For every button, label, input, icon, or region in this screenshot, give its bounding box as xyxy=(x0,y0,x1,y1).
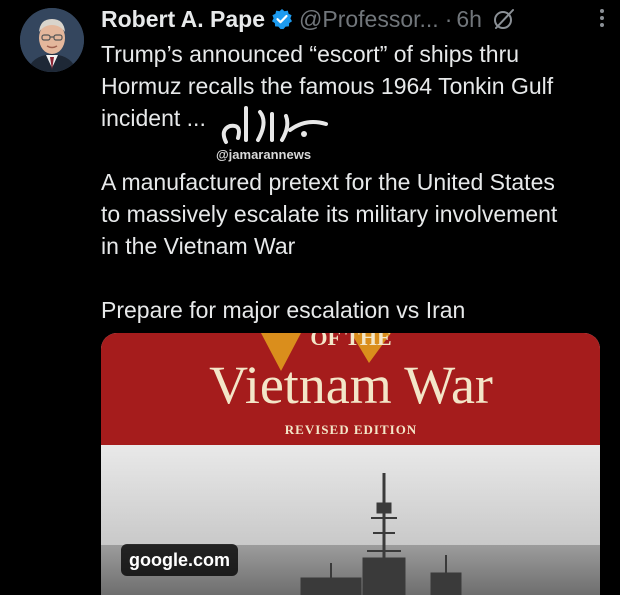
tweet-line: Prepare for major escalation vs Iran xyxy=(101,297,466,323)
author-handle[interactable]: @Professor... xyxy=(299,6,439,33)
grok-icon[interactable] xyxy=(492,7,516,31)
book-title: Vietnam War xyxy=(209,355,493,415)
verified-badge-icon xyxy=(271,8,293,30)
book-top-fragment: OF THE xyxy=(310,333,391,350)
watermark-handle: @jamarannews xyxy=(216,147,312,162)
source-chip[interactable]: google.com xyxy=(121,544,239,576)
separator-dot: · xyxy=(444,5,453,32)
more-options-icon[interactable] xyxy=(598,7,606,29)
post-time[interactable]: 6h xyxy=(456,6,482,33)
tweet-line: Hormuz recalls the famous 1964 Tonkin Gu… xyxy=(101,73,554,99)
tweet-line: incident ... xyxy=(101,105,206,131)
tweet-text: Trump’s announced “escort” of ships thru… xyxy=(101,38,613,326)
tweet-line: Trump’s announced “escort” of ships thru xyxy=(101,41,520,67)
avatar-image xyxy=(20,8,84,72)
author-avatar[interactable] xyxy=(20,8,84,72)
author-name[interactable]: Robert A. Pape xyxy=(101,6,265,33)
tweet-line: in the Vietnam War xyxy=(101,233,296,259)
tweet-line: to massively escalate its military invol… xyxy=(101,201,558,227)
tweet-header: Robert A. Pape @Professor... · 6h xyxy=(101,3,606,35)
tweet-line: A manufactured pretext for the United St… xyxy=(101,169,555,195)
book-subtitle: REVISED EDITION xyxy=(285,422,417,437)
